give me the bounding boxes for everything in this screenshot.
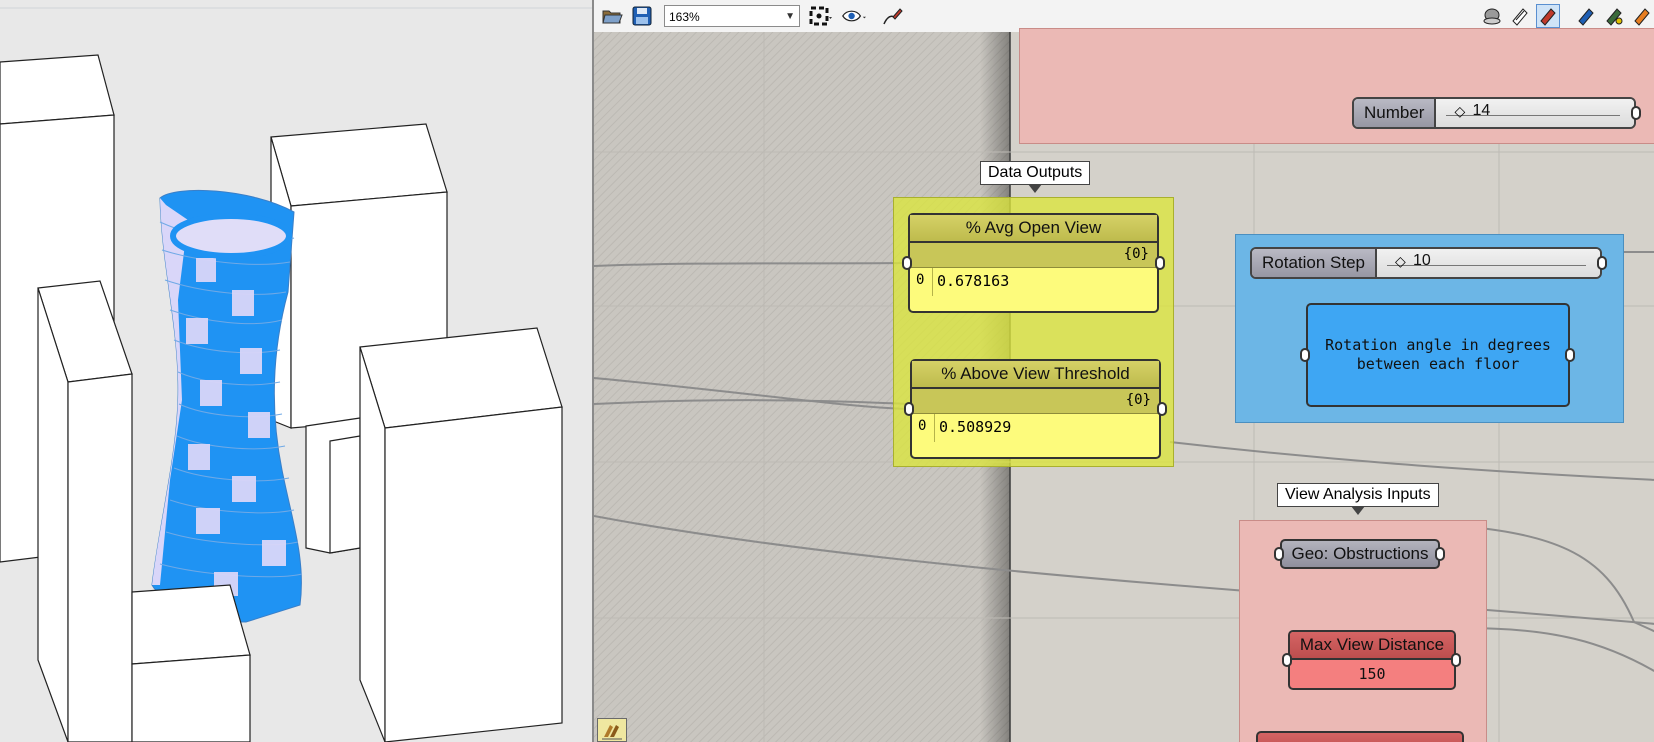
panel-avg-open-view-title: % Avg Open View bbox=[910, 215, 1157, 243]
scene-render bbox=[0, 0, 592, 742]
chevron-down-icon: ▼ bbox=[785, 11, 795, 22]
rotation-note-text: Rotation angle in degrees between each f… bbox=[1325, 336, 1551, 373]
bake-settings-button[interactable] bbox=[1602, 4, 1626, 28]
selected-preview-icon bbox=[1540, 8, 1556, 26]
number-slider-output[interactable] bbox=[1631, 106, 1641, 120]
rotation-step-slider[interactable]: Rotation Step ◇ 10 bbox=[1250, 247, 1602, 279]
panel-above-view-threshold[interactable]: % Above View Threshold {0} 0 0.508929 bbox=[910, 359, 1161, 459]
geo-obstructions-param[interactable]: Geo: Obstructions bbox=[1280, 539, 1440, 569]
number-slider-track[interactable]: ◇ 14 bbox=[1436, 99, 1634, 127]
rotation-step-slider-label: Rotation Step bbox=[1252, 249, 1378, 277]
panel-above-view-threshold-value: 0.508929 bbox=[939, 418, 1012, 436]
rotation-note-input[interactable] bbox=[1300, 348, 1310, 362]
panel-above-view-threshold-input[interactable] bbox=[904, 402, 914, 416]
display-options-icon bbox=[1634, 8, 1650, 26]
grasshopper-logo-icon bbox=[602, 725, 622, 740]
panel-above-view-threshold-output[interactable] bbox=[1157, 402, 1167, 416]
number-slider-label: Number bbox=[1354, 99, 1437, 127]
preview-shaded-button[interactable] bbox=[1480, 4, 1504, 28]
shaded-preview-icon bbox=[1483, 8, 1501, 25]
bake-icon bbox=[1578, 8, 1594, 26]
max-view-distance-label: Max View Distance bbox=[1290, 632, 1454, 660]
slider-knob-icon[interactable]: ◇ bbox=[1395, 253, 1406, 270]
panel-avg-open-view-value: 0.678163 bbox=[937, 272, 1010, 290]
eye-icon bbox=[842, 10, 866, 22]
max-view-distance-param[interactable]: Max View Distance 150 bbox=[1288, 630, 1456, 690]
preview-selected-button[interactable] bbox=[1536, 4, 1560, 28]
geo-obstructions-input[interactable] bbox=[1274, 547, 1284, 561]
rotation-note-panel[interactable]: Rotation angle in degrees between each f… bbox=[1306, 303, 1570, 407]
pen-sketch-icon bbox=[883, 8, 903, 25]
building-left-middle bbox=[37, 280, 133, 742]
geo-obstructions-label: Geo: Obstructions bbox=[1291, 544, 1429, 563]
open-file-button[interactable] bbox=[600, 4, 624, 28]
building-front-right bbox=[359, 327, 563, 742]
bake-button[interactable] bbox=[1574, 4, 1598, 28]
zoom-extents-button[interactable] bbox=[808, 4, 832, 28]
data-outputs-title: Data Outputs bbox=[980, 161, 1091, 193]
panel-above-view-threshold-title: % Above View Threshold bbox=[912, 361, 1159, 389]
preview-mode-button[interactable] bbox=[842, 4, 866, 28]
view-distance-threshold-param-partial[interactable] bbox=[1256, 731, 1464, 742]
panel-avg-open-view-input[interactable] bbox=[902, 256, 912, 270]
zoom-level-select[interactable]: 163% ▼ bbox=[664, 5, 800, 27]
save-disk-icon bbox=[632, 6, 652, 26]
panel-avg-open-view-output[interactable] bbox=[1155, 256, 1165, 270]
grasshopper-editor[interactable]: 163% ▼ Number ◇ 14 Data Outputs % Avg Op… bbox=[592, 0, 1654, 742]
building-front-low bbox=[131, 584, 251, 742]
bake-settings-icon bbox=[1606, 8, 1623, 26]
rhino-viewport[interactable] bbox=[0, 0, 592, 742]
rotation-step-slider-value: 10 bbox=[1413, 252, 1431, 269]
building-small-middle bbox=[305, 417, 361, 554]
save-file-button[interactable] bbox=[630, 4, 654, 28]
number-slider-value: 14 bbox=[1472, 102, 1491, 119]
display-options-button[interactable] bbox=[1630, 4, 1654, 28]
rotation-note-output[interactable] bbox=[1565, 348, 1575, 362]
panel-above-view-threshold-path: {0} bbox=[1125, 392, 1151, 408]
wireframe-preview-icon bbox=[1512, 8, 1528, 26]
folder-open-icon bbox=[602, 10, 623, 24]
view-analysis-inputs-title: View Analysis Inputs bbox=[1277, 483, 1439, 515]
max-view-distance-input[interactable] bbox=[1282, 653, 1292, 667]
zoom-level-value: 163% bbox=[669, 10, 700, 24]
component-canvas[interactable]: Number ◇ 14 Data Outputs % Avg Open View… bbox=[594, 28, 1654, 742]
geo-obstructions-output[interactable] bbox=[1435, 547, 1445, 561]
panel-above-view-threshold-index: 0 bbox=[918, 418, 927, 434]
max-view-distance-value: 150 bbox=[1358, 665, 1386, 683]
panel-avg-open-view-index: 0 bbox=[916, 272, 925, 288]
rotation-step-slider-track[interactable]: ◇ 10 bbox=[1377, 249, 1600, 277]
canvas-navigator-button[interactable] bbox=[597, 718, 627, 742]
max-view-distance-output[interactable] bbox=[1451, 653, 1461, 667]
rotation-step-slider-output[interactable] bbox=[1597, 256, 1607, 270]
zoom-extents-icon bbox=[809, 6, 832, 26]
preview-wireframe-button[interactable] bbox=[1508, 4, 1532, 28]
panel-avg-open-view-path: {0} bbox=[1123, 246, 1149, 262]
sketch-tool-button[interactable] bbox=[880, 4, 904, 28]
slider-knob-icon[interactable]: ◇ bbox=[1454, 103, 1465, 120]
number-slider[interactable]: Number ◇ 14 bbox=[1352, 97, 1636, 129]
panel-avg-open-view[interactable]: % Avg Open View {0} 0 0.678163 bbox=[908, 213, 1159, 313]
